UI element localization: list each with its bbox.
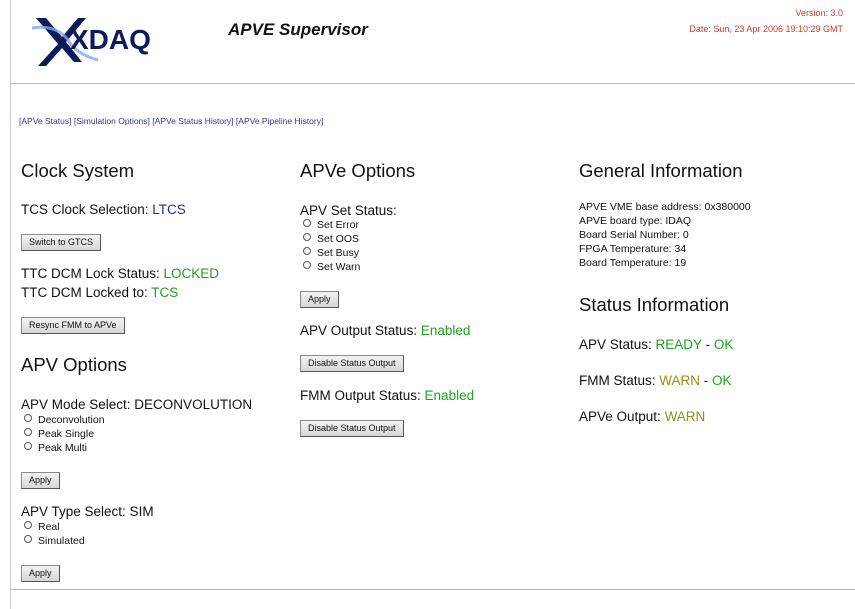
tcs-clock-selection: TCS Clock Selection: LTCS [21, 202, 186, 217]
radio-option[interactable]: Set Busy [300, 246, 360, 260]
apv-status-ok: OK [713, 337, 734, 352]
apve-output-value: WARN [664, 409, 706, 424]
nav-link-apve-status[interactable]: [APVe Status] [19, 116, 71, 126]
info-line: APVE board type: IDAQ [579, 215, 692, 227]
tcs-clock-value: LTCS [152, 202, 186, 217]
general-information-list: APVE VME base address: 0x380000 APVE boa… [579, 200, 751, 270]
disable-fmm-output-button[interactable]: Disable Status Output [300, 420, 404, 437]
apv-type-options: Real Simulated [21, 520, 85, 548]
radio-option[interactable]: Set Error [300, 218, 360, 232]
dcm-lock-status: TTC DCM Lock Status: LOCKED [21, 266, 220, 281]
apv-set-status-options: Set Error Set OOS Set Busy Set Warn [300, 218, 360, 274]
radio-option[interactable]: Peak Single [21, 427, 105, 441]
radio-option[interactable]: Set Warn [300, 260, 360, 274]
fmm-output-status: FMM Output Status: Enabled [300, 388, 475, 403]
apve-output-status: APVe Output: WARN [579, 409, 706, 424]
nav-link-apve-status-history[interactable]: [APVe Status History] [152, 116, 233, 126]
dcm-locked-to-value: TCS [151, 285, 179, 300]
dcm-lock-value: LOCKED [163, 266, 220, 281]
apv-status: APV Status: READY - OK [579, 337, 734, 352]
radio-button-icon[interactable] [303, 219, 311, 227]
fmm-output-value: Enabled [424, 388, 475, 403]
apv-mode-select-label: APV Mode Select: DECONVOLUTION [21, 397, 253, 412]
resync-fmm-button[interactable]: Resync FMM to APVe [21, 317, 125, 334]
apv-status-state: READY [655, 337, 702, 352]
radio-button-icon[interactable] [24, 428, 32, 436]
radio-button-icon[interactable] [303, 247, 311, 255]
fmm-status-state: WARN [659, 373, 701, 388]
nav-link-simulation-options[interactable]: [Simulation Options] [74, 116, 150, 126]
apv-type-apply-button[interactable]: Apply [21, 565, 60, 582]
info-line: APVE VME base address: 0x380000 [579, 201, 751, 213]
radio-button-icon[interactable] [24, 414, 32, 422]
radio-option[interactable]: Real [21, 520, 85, 534]
general-information-heading: General Information [579, 160, 743, 181]
page-left-border [10, 0, 11, 609]
apv-options-heading: APV Options [21, 354, 127, 375]
clock-system-heading: Clock System [21, 160, 135, 181]
logo-wordmark: XDAQ [70, 24, 151, 55]
fmm-status: FMM Status: WARN - OK [579, 373, 732, 388]
apv-type-select-label: APV Type Select: SIM [21, 504, 154, 519]
info-line: Board Temperature: 19 [579, 257, 687, 269]
apv-set-status-label: APV Set Status: [300, 203, 397, 218]
fmm-status-ok: OK [712, 373, 732, 388]
dcm-locked-to: TTC DCM Locked to: TCS [21, 285, 179, 300]
radio-button-icon[interactable] [24, 521, 32, 529]
radio-option[interactable]: Peak Multi [21, 441, 105, 455]
radio-button-icon[interactable] [24, 535, 32, 543]
nav-links: [APVe Status] [Simulation Options] [APVe… [19, 116, 323, 126]
nav-link-apve-pipeline-history[interactable]: [APVe Pipeline History] [236, 116, 323, 126]
header-divider [10, 83, 855, 84]
apv-output-value: Enabled [420, 323, 471, 338]
info-line: Board Serial Number: 0 [579, 229, 689, 241]
radio-button-icon[interactable] [24, 442, 32, 450]
disable-apv-output-button[interactable]: Disable Status Output [300, 355, 404, 372]
page-title: APVE Supervisor [228, 20, 368, 39]
apve-options-heading: APVe Options [300, 160, 416, 181]
apv-mode-options: Deconvolution Peak Single Peak Multi [21, 413, 105, 455]
version-text: Version: 3.0 [795, 8, 843, 18]
apv-mode-apply-button[interactable]: Apply [21, 472, 60, 489]
switch-to-gtcs-button[interactable]: Switch to GTCS [21, 234, 102, 251]
xdaq-logo: XDAQ [28, 10, 151, 70]
status-information-heading: Status Information [579, 294, 730, 315]
footer-divider [10, 589, 855, 590]
radio-option[interactable]: Set OOS [300, 232, 360, 246]
apv-output-status: APV Output Status: Enabled [300, 323, 471, 338]
radio-option[interactable]: Simulated [21, 534, 85, 548]
radio-option[interactable]: Deconvolution [21, 413, 105, 427]
radio-button-icon[interactable] [303, 233, 311, 241]
info-line: FPGA Temperature: 34 [579, 243, 687, 255]
date-text: Date: Sun, 23 Apr 2006 19:10:29 GMT [689, 24, 843, 34]
radio-button-icon[interactable] [303, 261, 311, 269]
set-status-apply-button[interactable]: Apply [300, 291, 339, 308]
